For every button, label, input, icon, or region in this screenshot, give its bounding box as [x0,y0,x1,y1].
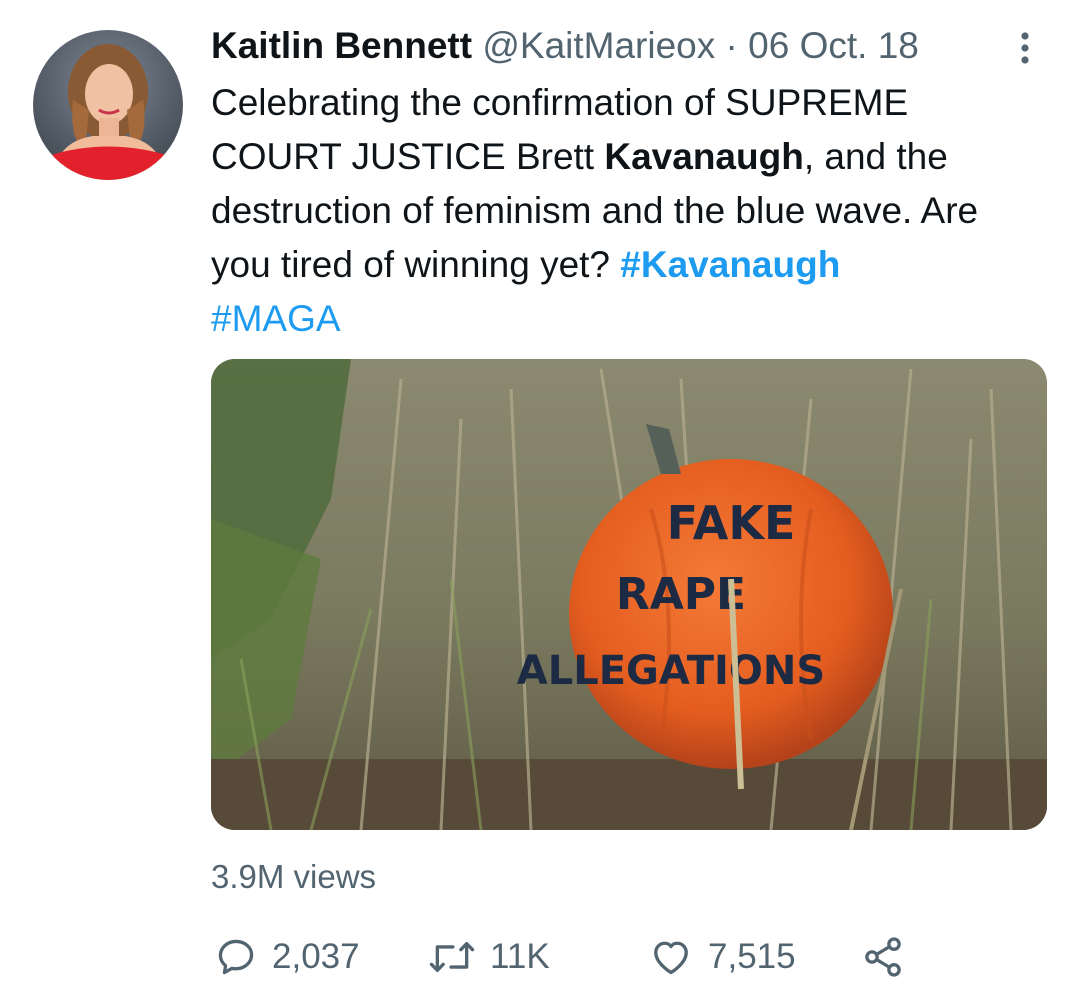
view-count: 3.9M views [211,858,377,895]
pumpkin-text-line1: FAKE [667,496,796,550]
heart-icon [654,941,688,975]
share-button[interactable] [860,930,906,984]
share-icon [865,937,901,977]
tweet-date[interactable]: 06 Oct. 18 [748,25,919,66]
retweet-count: 11K [490,937,550,976]
retweet-icon [429,941,475,973]
hashtag-maga[interactable]: #MAGA [211,298,341,339]
more-vertical-icon [1021,32,1029,64]
header-separator: · [725,25,738,66]
author-handle[interactable]: @KaitMarieox [482,25,715,66]
reply-count: 2,037 [272,937,360,976]
tweet-header: Kaitlin Bennett @KaitMarieox · 06 Oct. 1… [211,24,919,68]
tweet-text: Celebrating the confirmation of SUPREME … [211,76,1011,346]
retweet-button[interactable]: 11K [428,930,550,984]
tweet-text-bold: Kavanaugh [604,136,804,177]
more-options-button[interactable] [1010,28,1040,68]
avatar-image [47,44,171,180]
author-name[interactable]: Kaitlin Bennett [211,25,472,66]
like-button[interactable]: 7,515 [648,930,796,984]
hashtag-kavanaugh[interactable]: #Kavanaugh [620,244,840,285]
avatar[interactable] [33,30,183,180]
media-image: FAKE RAPE ALLEGATIONS [211,359,1047,830]
reply-button[interactable]: 2,037 [214,930,360,984]
pumpkin-text-line2: RAPE [616,569,746,620]
reply-icon [218,939,254,975]
like-count: 7,515 [708,937,796,976]
pumpkin-text-line3: ALLEGATIONS [517,648,825,694]
tweet-media[interactable]: FAKE RAPE ALLEGATIONS [211,359,1047,830]
